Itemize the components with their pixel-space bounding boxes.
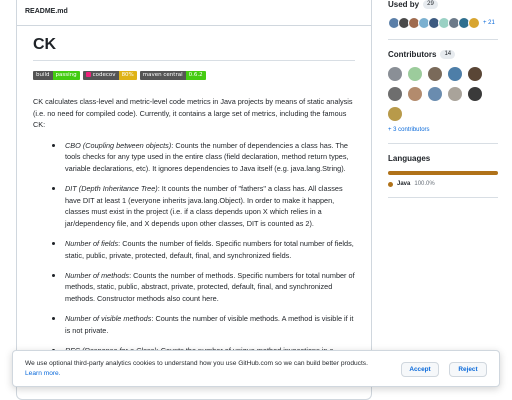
reject-button[interactable]: Reject (449, 362, 487, 377)
cookie-banner: We use optional third-party analytics co… (12, 350, 500, 387)
list-item: DIT (Depth Inheritance Tree): It counts … (47, 183, 355, 229)
badge-value: 80% (118, 71, 137, 80)
avatar (468, 17, 480, 29)
metric-name: Number of fields (65, 238, 119, 248)
avatar[interactable] (388, 67, 402, 81)
language-name: Java (397, 181, 411, 187)
cookie-text: We use optional third-party analytics co… (25, 359, 385, 378)
badge-label: build (33, 71, 53, 80)
contributors-title: Contributors (388, 50, 437, 59)
metric-name: CBO (Coupling between objects) (65, 140, 172, 150)
avatar[interactable] (448, 87, 462, 101)
metric-name: Number of visible methods (65, 313, 152, 323)
used-by-avatars[interactable]: + 21 (388, 17, 498, 29)
cookie-buttons: Accept Reject (401, 362, 487, 377)
languages-section: Languages Java 100.0% (388, 154, 498, 198)
maven-badge[interactable]: maven central 0.6.2 (139, 71, 206, 80)
list-item: Number of fields: Counts the number of f… (47, 238, 355, 261)
badge-label: maven central (139, 71, 186, 80)
badge-label-text: codecov (92, 72, 116, 78)
metric-name: DIT (Depth Inheritance Tree) (65, 184, 158, 194)
build-badge[interactable]: build passing (33, 71, 80, 80)
avatar[interactable] (428, 67, 442, 81)
badges: build passing codecov 80% maven central … (33, 71, 355, 80)
contributors-count: 14 (440, 50, 456, 59)
metric-name: Number of methods (65, 270, 130, 280)
badge-value: passing (52, 71, 80, 80)
contributors-avatars (388, 67, 498, 121)
readme-title: CK (33, 36, 355, 61)
used-by-more-link[interactable]: + 21 (483, 20, 495, 26)
avatar[interactable] (388, 107, 402, 121)
more-contributors-link[interactable]: + 3 contributors (388, 127, 498, 133)
avatar[interactable] (388, 87, 402, 101)
used-by-heading[interactable]: Used by 29 (388, 0, 498, 9)
language-bar (388, 171, 498, 175)
avatar[interactable] (408, 87, 422, 101)
codecov-icon (85, 71, 91, 77)
contributors-heading[interactable]: Contributors 14 (388, 50, 498, 59)
java-color-dot (388, 181, 393, 187)
list-item: Number of visible methods: Counts the nu… (47, 313, 355, 336)
contributors-section: Contributors 14 + 3 contributors (388, 50, 498, 144)
accept-button[interactable]: Accept (401, 362, 439, 377)
avatar[interactable] (468, 67, 482, 81)
avatar[interactable] (428, 87, 442, 101)
used-by-count: 29 (423, 0, 438, 9)
badge-label: codecov (82, 71, 119, 80)
badge-value: 0.6.2 (185, 71, 206, 80)
readme-intro: CK calculates class-level and metric-lev… (33, 97, 353, 130)
avatar[interactable] (468, 87, 482, 101)
readme-filename[interactable]: README.md (17, 0, 371, 26)
learn-more-link[interactable]: Learn more. (25, 370, 61, 377)
cookie-message: We use optional third-party analytics co… (25, 360, 368, 367)
avatar[interactable] (408, 67, 422, 81)
avatar[interactable] (448, 67, 462, 81)
readme-body: CK build passing codecov 80% maven centr… (17, 26, 371, 356)
repo-sidebar: Used by 29 + 21 Contributors 14 + 3 cont… (388, 0, 498, 208)
language-percent: 100.0% (414, 181, 435, 187)
list-item: CBO (Coupling between objects): Counts t… (47, 140, 355, 175)
used-by-title: Used by (388, 0, 420, 9)
list-item: Number of methods: Counts the number of … (47, 270, 355, 305)
used-by-section: Used by 29 + 21 (388, 0, 498, 40)
metrics-list: CBO (Coupling between objects): Counts t… (33, 140, 355, 356)
codecov-badge[interactable]: codecov 80% (82, 71, 137, 80)
readme-panel: README.md CK build passing codecov 80% m… (16, 0, 372, 400)
languages-title: Languages (388, 154, 431, 163)
language-java[interactable]: Java 100.0% (388, 181, 498, 187)
